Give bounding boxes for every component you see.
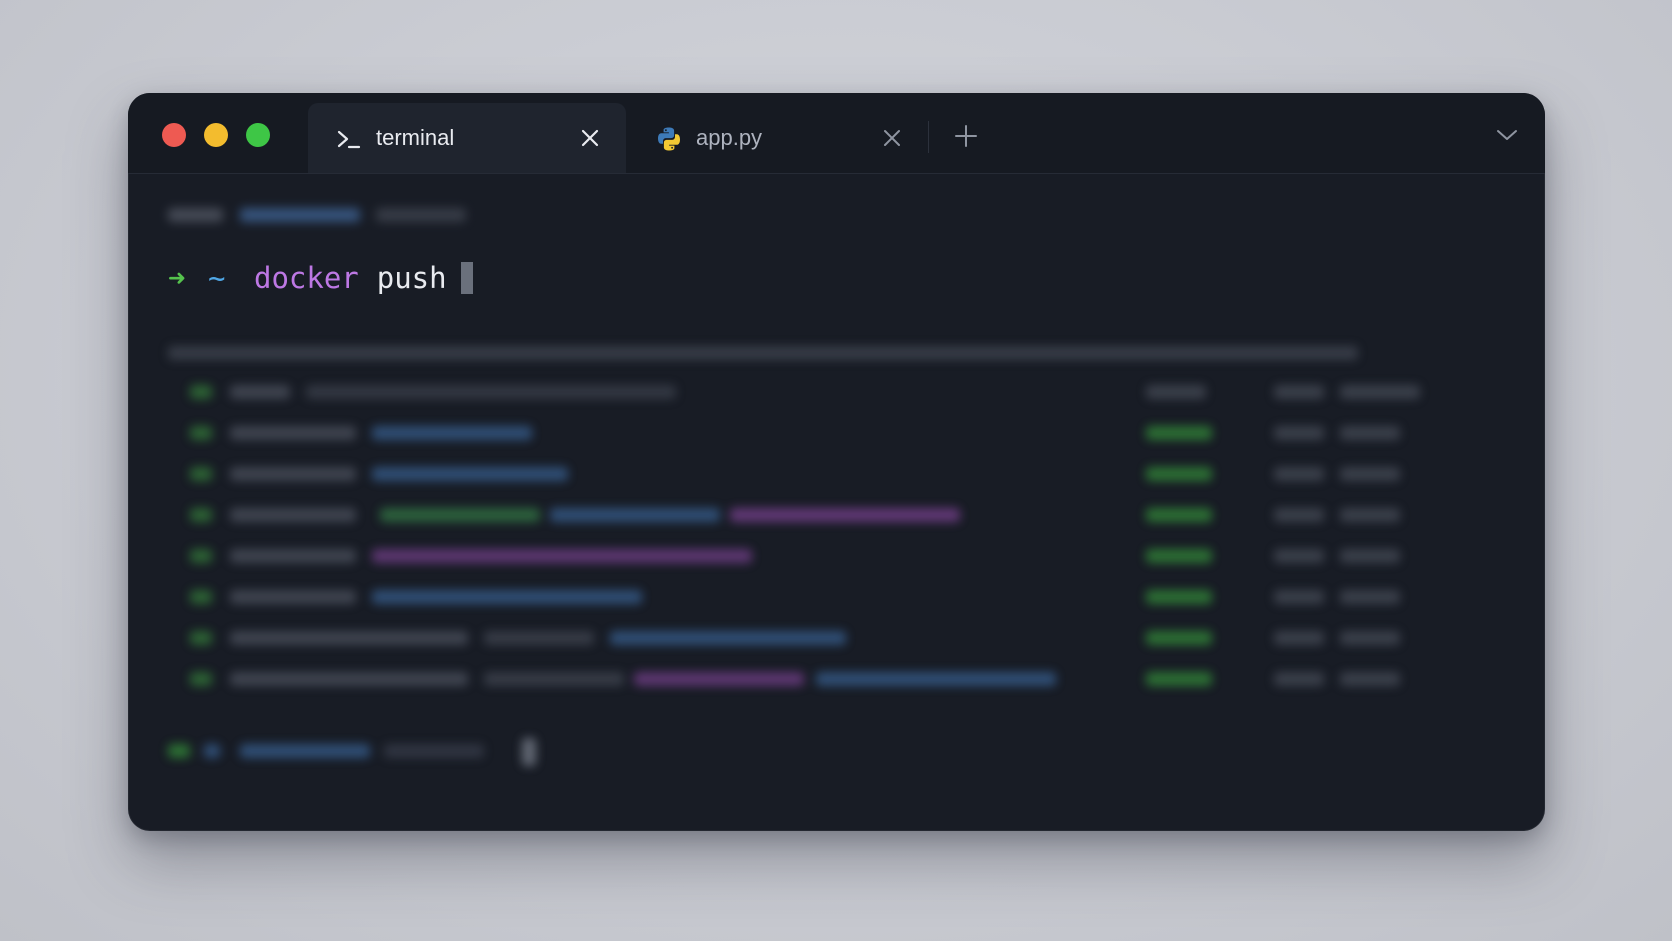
zoom-window-button[interactable] [246,123,270,147]
command-prompt[interactable]: ➜ ~ docker push [168,260,473,296]
minimize-window-button[interactable] [204,123,228,147]
close-window-button[interactable] [162,123,186,147]
close-icon[interactable] [580,128,600,148]
close-icon[interactable] [882,128,902,148]
title-bar: terminal app.py [128,93,1545,174]
text-cursor [460,262,473,294]
tab-app-py[interactable]: app.py [628,103,928,173]
chevron-down-icon[interactable] [1495,125,1519,145]
tab-divider [928,121,929,153]
command-name: docker [254,261,359,295]
prompt-directory: ~ [208,261,226,295]
command-argument: push [376,261,447,295]
terminal-prompt-icon [336,126,362,152]
tab-terminal[interactable]: terminal [308,103,626,173]
tab-label: app.py [696,125,763,150]
prompt-arrow: ➜ [168,261,186,295]
plus-icon[interactable] [954,124,978,148]
tab-label: terminal [376,125,455,150]
terminal-window: terminal app.py ➜ ~ docker push [128,93,1545,831]
python-icon [656,126,682,152]
terminal-output[interactable]: ➜ ~ docker push [128,174,1545,831]
